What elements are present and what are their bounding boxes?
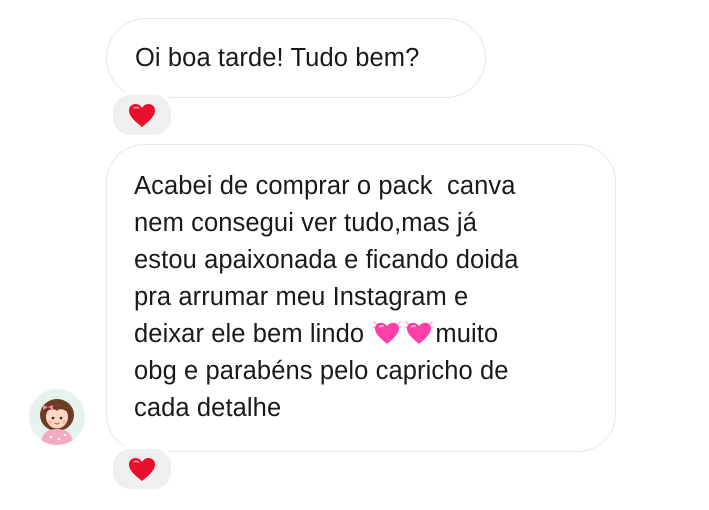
message-bubble[interactable]: Oi boa tarde! Tudo bem?	[106, 18, 486, 98]
reaction-badge[interactable]	[110, 92, 174, 138]
avatar[interactable]	[29, 389, 85, 445]
message-text-line: nem consegui ver tudo,mas já	[134, 209, 477, 237]
reaction-badge[interactable]	[110, 446, 174, 492]
sparkling-heart-icon	[403, 316, 435, 346]
message-bubble[interactable]: Acabei de comprar o pack canva nem conse…	[106, 144, 616, 452]
sparkling-heart-icon	[371, 316, 403, 346]
message-text-line: obg e parabéns pelo capricho de	[134, 357, 509, 385]
message-text-line: cada detalhe	[134, 394, 282, 422]
message-text-line: pra arrumar meu Instagram e	[134, 283, 469, 311]
heart-icon	[128, 103, 156, 128]
message-text-line: Acabei de comprar o pack canva	[134, 172, 516, 200]
message-text: Oi boa tarde! Tudo bem?	[135, 44, 420, 72]
message-text-line: estou apaixonada e ficando doida	[134, 246, 519, 274]
heart-icon	[128, 457, 156, 482]
message-text-line-with-emoji: deixar ele bem lindo muito	[134, 316, 597, 353]
message-text-segment: deixar ele bem lindo	[134, 320, 372, 348]
message-text-segment: muito	[435, 320, 499, 348]
chat-thread: Oi boa tarde! Tudo bem? Acabei de compra…	[0, 0, 709, 510]
